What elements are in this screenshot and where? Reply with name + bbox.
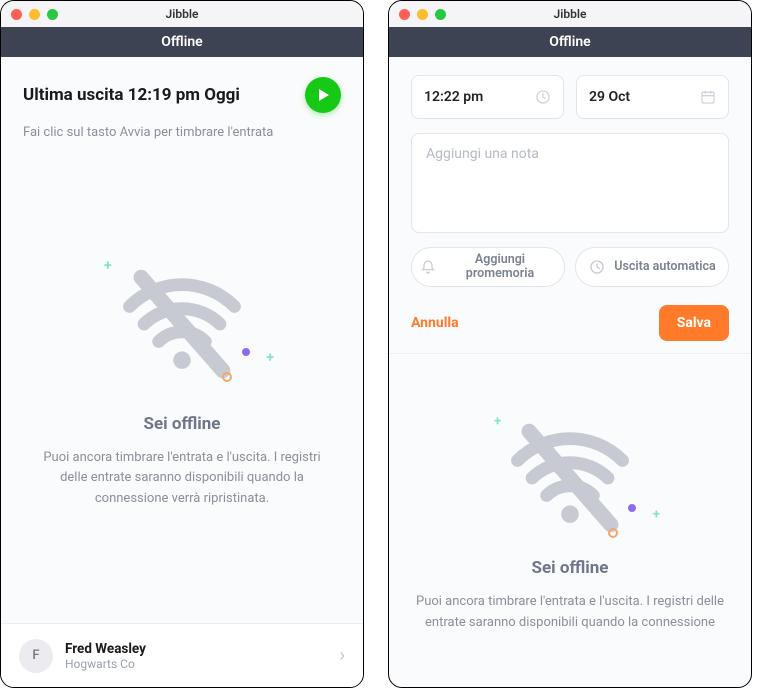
window-left: Jibble Offline Ultima uscita 12:19 pm Og… bbox=[0, 0, 364, 688]
close-icon[interactable] bbox=[399, 9, 410, 20]
play-button[interactable] bbox=[305, 77, 341, 113]
date-field[interactable]: 29 Oct bbox=[576, 75, 729, 119]
minimize-icon[interactable] bbox=[417, 9, 428, 20]
auto-exit-label: Uscita automatica bbox=[614, 260, 715, 274]
offline-description: Puoi ancora timbrare l'entrata e l'uscit… bbox=[33, 448, 331, 508]
sparkle-icon: + bbox=[653, 507, 660, 522]
status-label: Offline bbox=[549, 34, 590, 50]
time-field[interactable]: 12:22 pm bbox=[411, 75, 564, 119]
date-value: 29 Oct bbox=[589, 89, 630, 105]
wifi-off-icon bbox=[500, 418, 640, 538]
chevron-right-icon: › bbox=[340, 645, 345, 666]
titlebar: Jibble bbox=[389, 1, 751, 27]
last-exit-headline: Ultima uscita 12:19 pm Oggi bbox=[23, 85, 240, 105]
offline-description: Puoi ancora timbrare l'entrata e l'uscit… bbox=[399, 592, 741, 632]
auto-clock-icon bbox=[588, 258, 606, 276]
play-icon bbox=[316, 88, 330, 102]
close-icon[interactable] bbox=[11, 9, 22, 20]
sparkle-icon: + bbox=[494, 414, 501, 429]
instruction-text: Fai clic sul tasto Avvia per timbrare l'… bbox=[23, 125, 341, 140]
time-value: 12:22 pm bbox=[424, 89, 483, 105]
note-placeholder: Aggiungi una nota bbox=[426, 146, 539, 162]
reminder-label: Aggiungi promemoria bbox=[444, 253, 556, 281]
user-name: Fred Weasley bbox=[65, 641, 328, 657]
maximize-icon[interactable] bbox=[435, 9, 446, 20]
status-label: Offline bbox=[161, 34, 202, 50]
offline-title: Sei offline bbox=[532, 558, 609, 578]
user-footer[interactable]: F Fred Weasley Hogwarts Co › bbox=[1, 623, 363, 687]
cancel-button[interactable]: Annulla bbox=[411, 315, 459, 331]
status-bar: Offline bbox=[1, 27, 363, 57]
sparkle-icon: + bbox=[266, 350, 274, 366]
offline-title: Sei offline bbox=[144, 414, 221, 434]
offline-panel: + + Sei offline Puoi ancora timbrare l'e… bbox=[23, 150, 341, 623]
wifi-off-icon bbox=[112, 264, 252, 384]
reminder-chip[interactable]: Aggiungi promemoria bbox=[411, 247, 565, 287]
note-input[interactable]: Aggiungi una nota bbox=[411, 133, 729, 233]
avatar-initial: F bbox=[32, 648, 39, 663]
status-bar: Offline bbox=[389, 27, 751, 57]
save-button[interactable]: Salva bbox=[659, 305, 729, 341]
titlebar: Jibble bbox=[1, 1, 363, 27]
avatar: F bbox=[19, 639, 53, 673]
auto-exit-chip[interactable]: Uscita automatica bbox=[575, 247, 729, 287]
traffic-lights bbox=[11, 9, 58, 20]
sparkle-icon: + bbox=[104, 258, 112, 274]
offline-panel: + + Sei offline Puoi ancora timbrare l'e… bbox=[389, 354, 751, 687]
user-company: Hogwarts Co bbox=[65, 657, 328, 671]
traffic-lights bbox=[399, 9, 446, 20]
calendar-icon bbox=[700, 89, 716, 105]
maximize-icon[interactable] bbox=[47, 9, 58, 20]
window-right: Jibble Offline 12:22 pm 29 Oct Aggiungi … bbox=[388, 0, 752, 688]
bell-icon bbox=[420, 259, 436, 275]
minimize-icon[interactable] bbox=[29, 9, 40, 20]
clock-icon bbox=[535, 89, 551, 105]
